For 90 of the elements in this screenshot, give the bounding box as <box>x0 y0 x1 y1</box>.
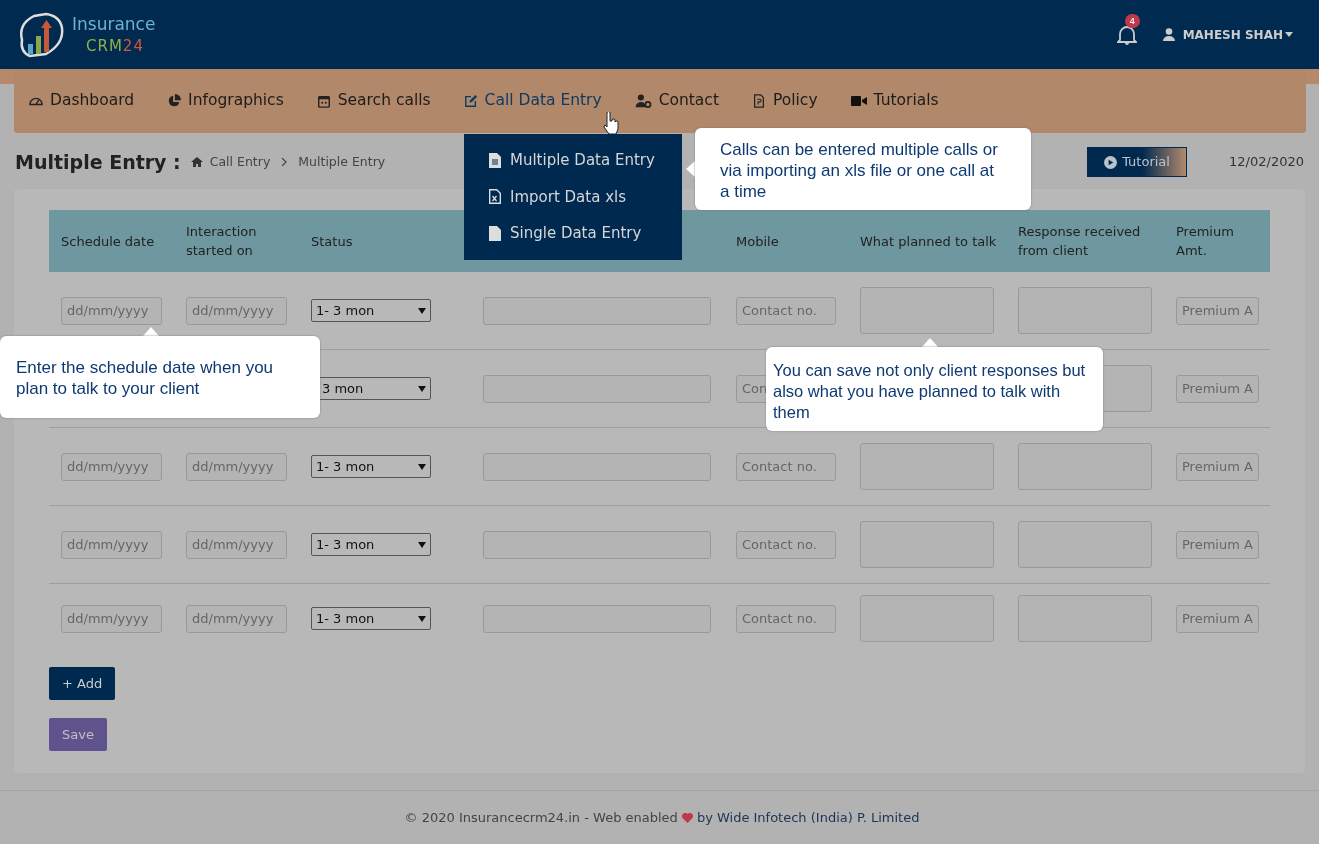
menu-item[interactable]: Multiple Data Entry <box>464 149 682 172</box>
spreadsheet-file-icon <box>489 189 501 205</box>
input-field[interactable] <box>483 296 711 325</box>
date-field[interactable]: dd/mm/yyyy <box>186 530 287 559</box>
heart-icon <box>681 812 693 823</box>
save-button[interactable]: Save <box>49 718 107 751</box>
text-area[interactable] <box>1104 365 1152 412</box>
home-icon <box>190 157 203 167</box>
status-select[interactable]: 1- 3 mon <box>311 607 431 630</box>
status-select[interactable]: 1- 3 mon <box>311 533 431 556</box>
text-area[interactable] <box>860 521 994 568</box>
mobile-field[interactable]: Contact no. <box>736 452 836 481</box>
status-select[interactable]: 1- 3 mon <box>311 455 431 478</box>
add-button[interactable]: + Add <box>49 667 116 700</box>
column-header: Status <box>311 232 354 251</box>
premium-field[interactable]: Premium A <box>1176 452 1259 481</box>
caret-icon <box>418 463 426 470</box>
pie-chart-icon <box>167 94 182 108</box>
input-field[interactable] <box>483 452 711 481</box>
date-text: 12/02/2020 <box>1229 153 1304 172</box>
video-camera-icon <box>850 95 867 107</box>
user-menu[interactable]: MAHESH SHAH <box>1162 25 1293 44</box>
tooltip-text: Enter the schedule date when you plan to talk to your client <box>16 357 275 399</box>
play-icon <box>1104 155 1118 169</box>
date-field[interactable]: dd/mm/yyyy <box>61 604 162 633</box>
user-gear-icon <box>634 94 652 108</box>
logo-text: CRM24 <box>86 35 145 57</box>
premium-field[interactable]: Premium A <box>1176 530 1259 559</box>
tooltip-text: You can save not only client responses but also what you have planned to talk with them <box>773 360 1087 423</box>
pointer-cursor-icon <box>602 112 620 134</box>
caret-icon <box>418 615 426 622</box>
nav-tab[interactable]: Infographics <box>167 89 284 113</box>
text-area[interactable] <box>860 287 994 334</box>
menu-item[interactable]: Import Data xls <box>464 185 682 209</box>
user-icon <box>1162 28 1175 41</box>
company-link[interactable]: by Wide Infotech (India) P. Limited <box>696 807 920 828</box>
date-field[interactable]: dd/mm/yyyy <box>186 604 287 633</box>
date-field[interactable]: dd/mm/yyyy <box>61 452 162 481</box>
edit-icon <box>463 94 478 108</box>
premium-field[interactable]: Premium A <box>1176 374 1259 403</box>
date-field[interactable]: dd/mm/yyyy <box>186 296 287 325</box>
logo-text: Insurance <box>72 12 156 35</box>
menu-item[interactable]: Single Data Entry <box>464 222 682 245</box>
input-field[interactable] <box>483 374 711 403</box>
column-header: Interaction started on <box>186 223 258 260</box>
nav-tab[interactable]: Tutorials <box>850 89 939 113</box>
breadcrumb-link[interactable]: Call Entry <box>209 152 271 172</box>
input-field[interactable] <box>483 530 711 559</box>
status-select[interactable]: 1- 3 mon <box>311 299 431 322</box>
nav-tab[interactable]: Policy <box>751 89 818 113</box>
mobile-field[interactable]: Contact no. <box>736 604 836 633</box>
caret-icon <box>418 385 426 392</box>
document-icon <box>751 94 766 108</box>
text-area[interactable] <box>1018 521 1152 568</box>
column-header: Premium Amt. <box>1176 223 1235 260</box>
mobile-field[interactable]: Contact no. <box>736 530 836 559</box>
date-field[interactable]: dd/mm/yyyy <box>61 296 162 325</box>
caret-icon <box>1285 32 1293 37</box>
text-area[interactable] <box>1018 287 1152 334</box>
nav-tab[interactable]: Dashboard <box>29 89 135 113</box>
mobile-field[interactable]: Contact no. <box>736 296 836 325</box>
input-field[interactable] <box>483 604 711 633</box>
text-area[interactable] <box>860 595 994 642</box>
chevron-icon <box>281 158 288 166</box>
date-field[interactable]: dd/mm/yyyy <box>61 530 162 559</box>
caret-icon <box>418 307 426 314</box>
text-area[interactable] <box>860 443 994 490</box>
nav-tab[interactable]: Search calls <box>316 89 431 113</box>
premium-field[interactable]: Premium A <box>1176 604 1259 633</box>
column-header: Schedule date <box>61 232 156 251</box>
breadcrumb-link[interactable]: Multiple Entry <box>298 152 386 172</box>
text-area[interactable] <box>1018 443 1152 490</box>
text-area[interactable] <box>1018 595 1152 642</box>
tutorial-button[interactable]: Tutorial <box>1087 147 1188 177</box>
copyright-text: © 2020 Insurancecrm24.in - Web enabled <box>404 808 678 827</box>
page-title: Multiple Entry : <box>15 149 181 175</box>
document-icon <box>489 152 501 168</box>
notification-bell-icon[interactable] <box>1116 23 1137 46</box>
notification-badge: 4 <box>1124 13 1140 28</box>
column-header: What planned to talk <box>860 232 998 251</box>
calendar-icon <box>316 94 331 108</box>
nav-tab[interactable]: Contact <box>634 89 719 113</box>
column-header: Response received from client <box>1018 223 1142 260</box>
file-icon <box>489 226 501 242</box>
column-header: Mobile <box>736 232 780 251</box>
nav-tab[interactable]: Call Data Entry <box>463 89 602 113</box>
date-field[interactable]: dd/mm/yyyy <box>186 452 287 481</box>
tooltip-text: Calls can be entered multiple calls or via importing an xls file or one call at a time <box>720 139 999 202</box>
premium-field[interactable]: Premium A <box>1176 296 1259 325</box>
caret-icon <box>418 541 426 548</box>
